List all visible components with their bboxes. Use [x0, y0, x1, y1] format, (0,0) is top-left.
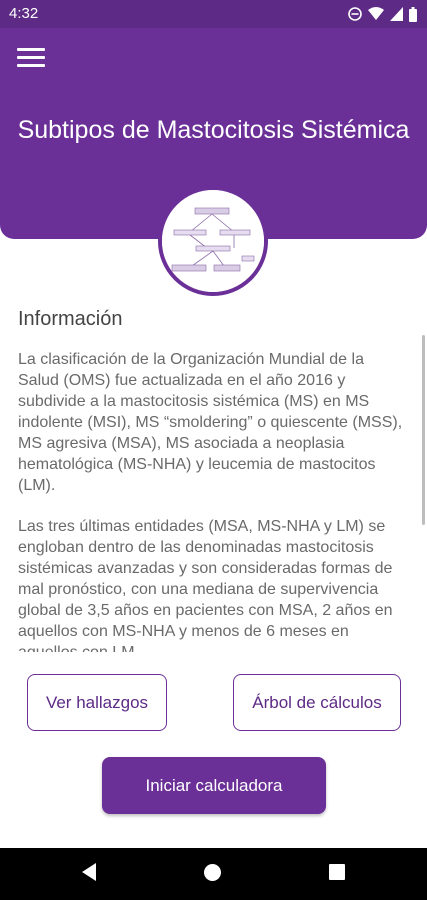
status-time: 4:32: [9, 5, 39, 22]
status-icons: [348, 5, 417, 23]
recents-icon[interactable]: [329, 864, 345, 880]
status-bar: 4:32: [0, 0, 427, 28]
battery-icon: [409, 6, 417, 22]
flowchart-thumbnail-icon: [162, 190, 264, 292]
home-icon[interactable]: [203, 863, 222, 882]
scrollbar[interactable]: [422, 335, 425, 525]
back-icon[interactable]: [80, 862, 98, 882]
start-calculator-button[interactable]: Iniciar calculadora: [102, 757, 326, 814]
navigation-bar: [0, 848, 427, 900]
info-paragraph: Las tres últimas entidades (MSA, MS-NHA …: [18, 518, 393, 652]
diagram-thumbnail: [158, 186, 268, 296]
wifi-icon: [368, 7, 384, 20]
view-findings-button[interactable]: Ver hallazgos: [27, 674, 167, 731]
info-paragraph: La clasificación de la Organización Mund…: [18, 351, 403, 494]
page-title: Subtipos de Mastocitosis Sistémica: [17, 116, 410, 144]
signal-icon: [390, 7, 403, 21]
hamburger-menu-icon[interactable]: [17, 48, 45, 70]
info-heading: Información: [18, 308, 123, 330]
do-not-disturb-icon: [348, 7, 362, 21]
info-section: Información La clasificación de la Organ…: [18, 308, 408, 652]
calculation-tree-button[interactable]: Árbol de cálculos: [233, 674, 401, 731]
